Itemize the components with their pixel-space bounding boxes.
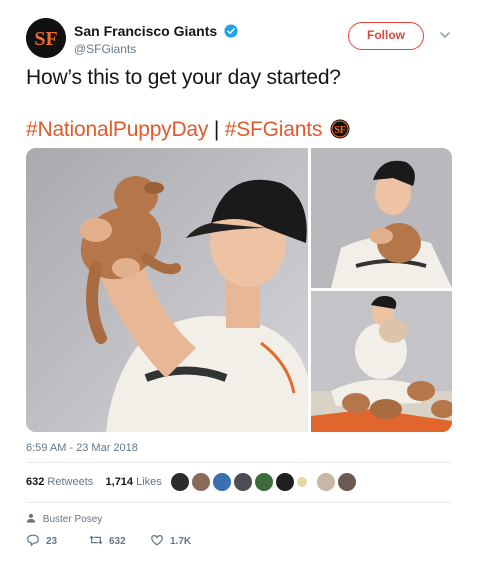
likes-stat[interactable]: 1,714 Likes (106, 476, 162, 488)
person-icon (26, 513, 36, 523)
account-name[interactable]: San Francisco Giants (74, 23, 238, 39)
photo-player-with-puppies-on-blanket[interactable] (311, 291, 452, 432)
liker-avatar[interactable] (191, 472, 211, 492)
verified-badge-icon (224, 24, 238, 38)
retweet-count: 632 (109, 536, 126, 547)
reply-button[interactable]: 23 (26, 533, 57, 547)
reply-count: 23 (46, 536, 58, 547)
heart-icon (151, 535, 163, 546)
divider (26, 502, 452, 503)
sf-logo-icon: SF (26, 18, 66, 58)
liker-avatar[interactable] (316, 472, 336, 492)
photo-player-lifting-puppy[interactable] (26, 148, 308, 432)
tweet-hashtags: #NationalPuppyDay | #SFGiants SF (26, 118, 350, 142)
divider (26, 462, 452, 463)
chevron-down-icon[interactable] (438, 28, 452, 42)
tweet-media-grid (26, 148, 452, 432)
reply-icon (27, 534, 39, 547)
sf-giants-avatar[interactable]: SF (26, 18, 66, 58)
liked-by-context: Buster Posey (26, 513, 102, 525)
svg-text:SF: SF (34, 28, 57, 50)
hashtag-separator: | (208, 118, 225, 141)
tweet-timestamp[interactable]: 6:59 AM - 23 Mar 2018 (26, 442, 138, 454)
liker-avatar[interactable] (233, 472, 253, 492)
retweet-button[interactable]: 632 (89, 533, 126, 547)
photo-image (311, 148, 452, 288)
liker-avatar[interactable] (212, 472, 232, 492)
like-button[interactable]: 1.7K (150, 533, 191, 547)
hashtag-link-sfgiants[interactable]: #SFGiants (225, 118, 323, 141)
account-name-text: San Francisco Giants (74, 23, 218, 39)
photo-image (311, 291, 452, 432)
tweet-text: How’s this to get your day started? (26, 66, 341, 89)
liker-avatar[interactable] (337, 472, 357, 492)
liker-avatar[interactable] (254, 472, 274, 492)
sf-giants-hashflag-icon: SF (330, 119, 350, 139)
engagement-stats: 632 Retweets 1,714 Likes (26, 476, 162, 488)
likes-count: 1,714 (105, 476, 134, 488)
like-count: 1.7K (170, 536, 192, 547)
hashtag-link-national-puppy-day[interactable]: #NationalPuppyDay (26, 118, 208, 141)
retweets-count: 632 (26, 476, 45, 488)
follow-button[interactable]: Follow (348, 22, 424, 50)
retweet-icon (89, 535, 103, 545)
retweets-label: Retweets (47, 476, 94, 488)
retweets-stat[interactable]: 632 Retweets (26, 476, 93, 488)
context-name[interactable]: Buster Posey (43, 514, 102, 525)
liker-avatar[interactable] (275, 472, 295, 492)
account-handle[interactable]: @SFGiants (74, 42, 136, 56)
tweet-header: SF San Francisco Giants @SFGiants Follow (26, 18, 456, 62)
photo-image (26, 148, 308, 432)
liker-avatar[interactable] (296, 476, 308, 488)
photo-player-hugging-puppy[interactable] (311, 148, 452, 288)
liker-avatar[interactable] (170, 472, 190, 492)
likes-label: Likes (136, 476, 162, 488)
svg-text:SF: SF (334, 125, 345, 136)
